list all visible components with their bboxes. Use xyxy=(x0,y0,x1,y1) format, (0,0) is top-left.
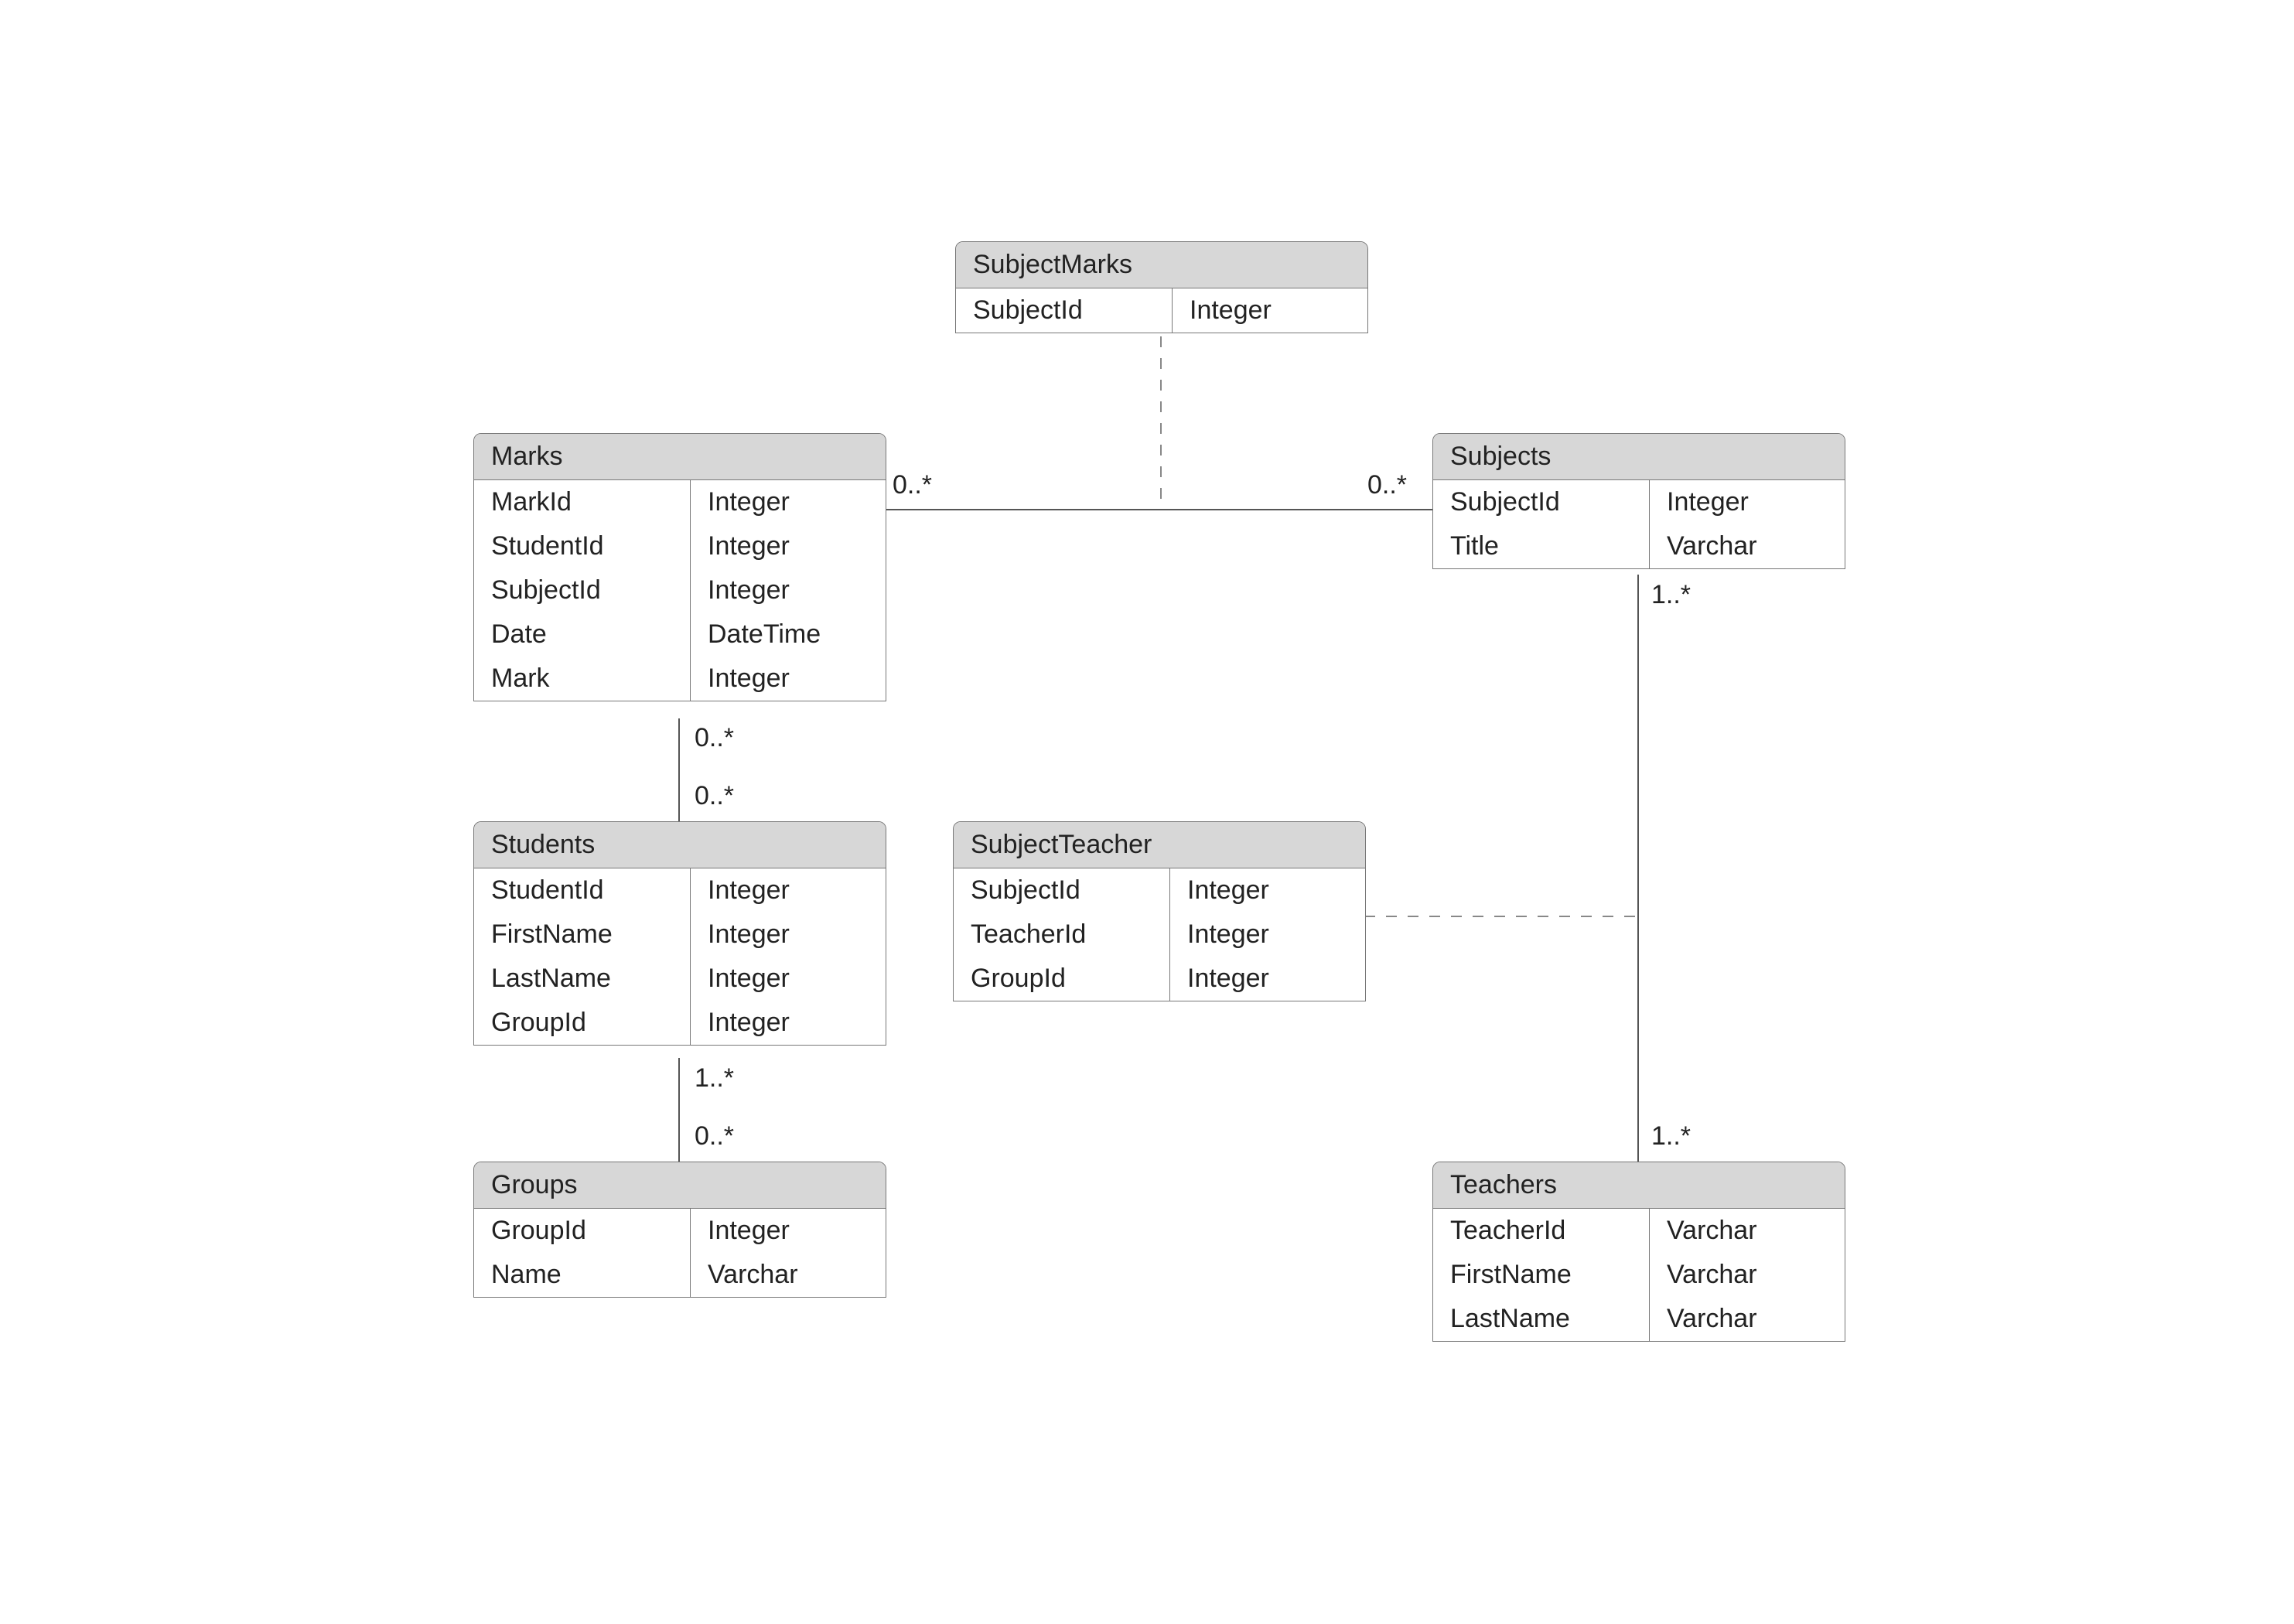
attr-type: Integer xyxy=(691,657,886,701)
table-row: MarkId Integer xyxy=(474,480,886,524)
table-row: LastName Varchar xyxy=(1433,1297,1845,1341)
table-row: FirstName Varchar xyxy=(1433,1253,1845,1297)
attr-type: Varchar xyxy=(1650,1253,1845,1297)
entity-title: Groups xyxy=(474,1162,886,1209)
attr-type: Integer xyxy=(691,1209,886,1253)
entity-teachers[interactable]: Teachers TeacherId Varchar FirstName Var… xyxy=(1432,1162,1845,1342)
entity-title: SubjectTeacher xyxy=(954,822,1365,868)
table-row: GroupId Integer xyxy=(474,1001,886,1045)
multiplicity-label: 0..* xyxy=(893,470,932,500)
entity-title: Marks xyxy=(474,434,886,480)
entity-title: Subjects xyxy=(1433,434,1845,480)
entity-title: SubjectMarks xyxy=(956,242,1367,288)
entity-title: Teachers xyxy=(1433,1162,1845,1209)
table-row: LastName Integer xyxy=(474,957,886,1001)
attr-type: Varchar xyxy=(1650,1297,1845,1341)
attr-type: Integer xyxy=(1170,913,1365,957)
attr-type: Integer xyxy=(691,524,886,568)
entity-groups[interactable]: Groups GroupId Integer Name Varchar xyxy=(473,1162,886,1298)
attr-name: GroupId xyxy=(474,1209,691,1253)
table-row: SubjectId Integer xyxy=(474,568,886,612)
attr-name: StudentId xyxy=(474,524,691,568)
attr-type: Integer xyxy=(691,1001,886,1045)
entity-students[interactable]: Students StudentId Integer FirstName Int… xyxy=(473,821,886,1046)
table-row: Mark Integer xyxy=(474,657,886,701)
table-row: StudentId Integer xyxy=(474,524,886,568)
attr-name: SubjectId xyxy=(1433,480,1650,524)
entity-subjectmarks[interactable]: SubjectMarks SubjectId Integer xyxy=(955,241,1368,333)
table-row: SubjectId Integer xyxy=(1433,480,1845,524)
attr-type: Varchar xyxy=(1650,1209,1845,1253)
attr-name: StudentId xyxy=(474,868,691,913)
attr-type: Integer xyxy=(691,868,886,913)
attr-name: GroupId xyxy=(954,957,1170,1001)
attr-type: Integer xyxy=(1170,957,1365,1001)
attr-name: Date xyxy=(474,612,691,657)
er-diagram-canvas: { "diagram": { "entities": { "subjectMar… xyxy=(0,0,2294,1624)
multiplicity-label: 0..* xyxy=(1367,470,1407,500)
table-row: Name Varchar xyxy=(474,1253,886,1297)
attr-type: Integer xyxy=(1173,288,1367,333)
attr-type: DateTime xyxy=(691,612,886,657)
entity-marks[interactable]: Marks MarkId Integer StudentId Integer S… xyxy=(473,433,886,701)
entity-subjectteacher[interactable]: SubjectTeacher SubjectId Integer Teacher… xyxy=(953,821,1366,1001)
attr-name: GroupId xyxy=(474,1001,691,1045)
attr-name: Mark xyxy=(474,657,691,701)
multiplicity-label: 1..* xyxy=(695,1063,734,1093)
table-row: GroupId Integer xyxy=(954,957,1365,1001)
attr-type: Varchar xyxy=(691,1253,886,1297)
attr-name: FirstName xyxy=(1433,1253,1650,1297)
attr-name: MarkId xyxy=(474,480,691,524)
table-row: StudentId Integer xyxy=(474,868,886,913)
table-row: TeacherId Integer xyxy=(954,913,1365,957)
attr-type: Integer xyxy=(691,913,886,957)
attr-type: Integer xyxy=(1650,480,1845,524)
multiplicity-label: 0..* xyxy=(695,723,734,753)
attr-name: FirstName xyxy=(474,913,691,957)
multiplicity-label: 1..* xyxy=(1651,1121,1691,1151)
attr-name: SubjectId xyxy=(474,568,691,612)
multiplicity-label: 1..* xyxy=(1651,580,1691,610)
table-row: TeacherId Varchar xyxy=(1433,1209,1845,1253)
entity-title: Students xyxy=(474,822,886,868)
attr-type: Integer xyxy=(691,480,886,524)
table-row: FirstName Integer xyxy=(474,913,886,957)
attr-type: Integer xyxy=(1170,868,1365,913)
attr-name: Name xyxy=(474,1253,691,1297)
multiplicity-label: 0..* xyxy=(695,781,734,811)
attr-type: Integer xyxy=(691,568,886,612)
multiplicity-label: 0..* xyxy=(695,1121,734,1151)
attr-type: Integer xyxy=(691,957,886,1001)
attr-name: TeacherId xyxy=(954,913,1170,957)
attr-name: Title xyxy=(1433,524,1650,568)
attr-name: SubjectId xyxy=(956,288,1173,333)
attr-name: LastName xyxy=(1433,1297,1650,1341)
entity-subjects[interactable]: Subjects SubjectId Integer Title Varchar xyxy=(1432,433,1845,569)
table-row: SubjectId Integer xyxy=(956,288,1367,333)
table-row: GroupId Integer xyxy=(474,1209,886,1253)
table-row: Date DateTime xyxy=(474,612,886,657)
attr-name: SubjectId xyxy=(954,868,1170,913)
table-row: SubjectId Integer xyxy=(954,868,1365,913)
attr-type: Varchar xyxy=(1650,524,1845,568)
attr-name: TeacherId xyxy=(1433,1209,1650,1253)
table-row: Title Varchar xyxy=(1433,524,1845,568)
attr-name: LastName xyxy=(474,957,691,1001)
